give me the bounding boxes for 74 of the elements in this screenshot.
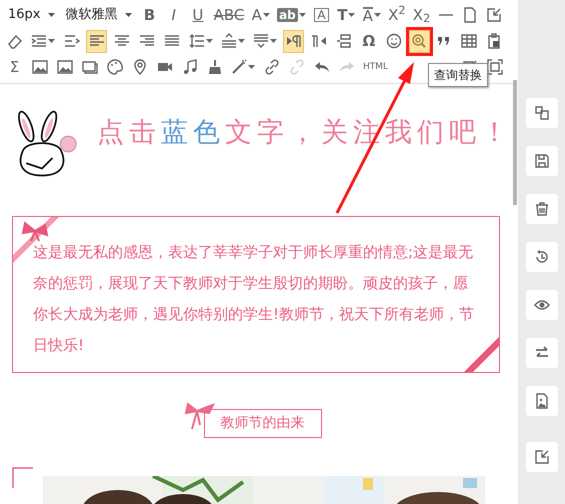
eye-button[interactable] [526,290,558,320]
horizontal-rule-icon [438,14,454,16]
palette-icon [106,59,122,75]
indent-icon [31,33,48,49]
image-file-icon [534,393,550,409]
broom-icon [206,59,222,75]
caret-icon [238,37,245,45]
format-button[interactable]: A [310,4,332,26]
frame-icon [82,59,98,75]
copy-button[interactable] [526,98,558,128]
format-button[interactable]: A [360,4,383,26]
caret-icon [262,11,270,19]
insert-frame-icon [486,7,502,23]
format-button[interactable]: HTML [361,56,390,78]
corner-mark [12,467,33,488]
music-icon [182,59,198,75]
save-icon [534,153,550,169]
format-button[interactable]: A [250,4,272,26]
right-to-left-icon [310,33,327,49]
paragraph-spacing-icon [220,33,237,49]
eraser-icon [6,33,22,49]
scrollbar-thumb[interactable] [513,80,517,205]
left-to-right-icon [286,33,302,49]
trash-icon [534,201,550,217]
format-button[interactable]: T [335,4,358,26]
export-icon [534,449,550,465]
history-button[interactable] [526,242,558,272]
left-to-right-button[interactable] [283,30,304,52]
format-button[interactable]: X$^{2}$ [386,4,408,26]
fullscreen-icon [486,59,502,75]
image-icon [32,59,48,75]
banner-text: 点击 蓝色 文字，关注我们吧！ [97,116,513,150]
map-pin-icon [132,59,148,75]
line-height-icon [188,33,205,49]
caret-icon [206,37,213,45]
format-button[interactable]: Ω [358,30,380,52]
message-text: 这是最无私的感恩，表达了莘莘学子对于师长厚重的情意;这是最无奈的惩罚，展现了天下教师对于学生殷切的期盼。顽皮的孩子，愿你长大成为老师，遇见你特别的学生!教师节，祝天下所有老师，节日快乐! [33,242,476,356]
format-button[interactable]: X$_{2}$ [410,4,432,26]
row-spacing-icon [252,33,269,49]
format-button[interactable]: U [187,4,208,26]
find-replace-icon [411,33,428,49]
swap-button[interactable] [526,338,558,368]
image-file-button[interactable] [526,386,558,416]
save-button[interactable] [526,146,558,176]
format-button[interactable]: Σ [4,56,25,78]
history-icon [534,249,550,265]
caret-icon [374,11,381,19]
font-family-select[interactable]: 微软雅黑 [62,4,136,26]
ribbon-bow-icon [185,401,215,431]
format-button[interactable]: ABC [212,4,246,26]
image-icon [56,59,72,75]
table-icon [461,33,478,49]
format-button[interactable]: I [163,4,184,26]
outdent-icon [64,33,80,49]
format-button[interactable]: ab [275,4,308,26]
smiley-icon [386,33,402,49]
caret-icon [270,37,277,45]
page-break-icon [336,33,352,49]
section-heading: 教师节的由来 [204,409,322,438]
wand-icon [231,59,247,75]
caret-icon [48,37,56,45]
copy-icon [534,105,550,121]
link-icon [264,59,280,75]
font-size-select[interactable]: 16px [4,4,58,26]
align-left-button[interactable] [86,30,108,52]
unlink-icon [288,59,304,75]
export-button[interactable] [526,442,558,472]
caret-icon [348,11,356,19]
caret-icon [248,63,255,71]
format-button[interactable]: B [138,4,160,26]
paste-icon [486,33,502,49]
tooltip: 查询替换 [428,63,488,87]
page-icon [462,7,478,23]
trash-button[interactable] [526,194,558,224]
